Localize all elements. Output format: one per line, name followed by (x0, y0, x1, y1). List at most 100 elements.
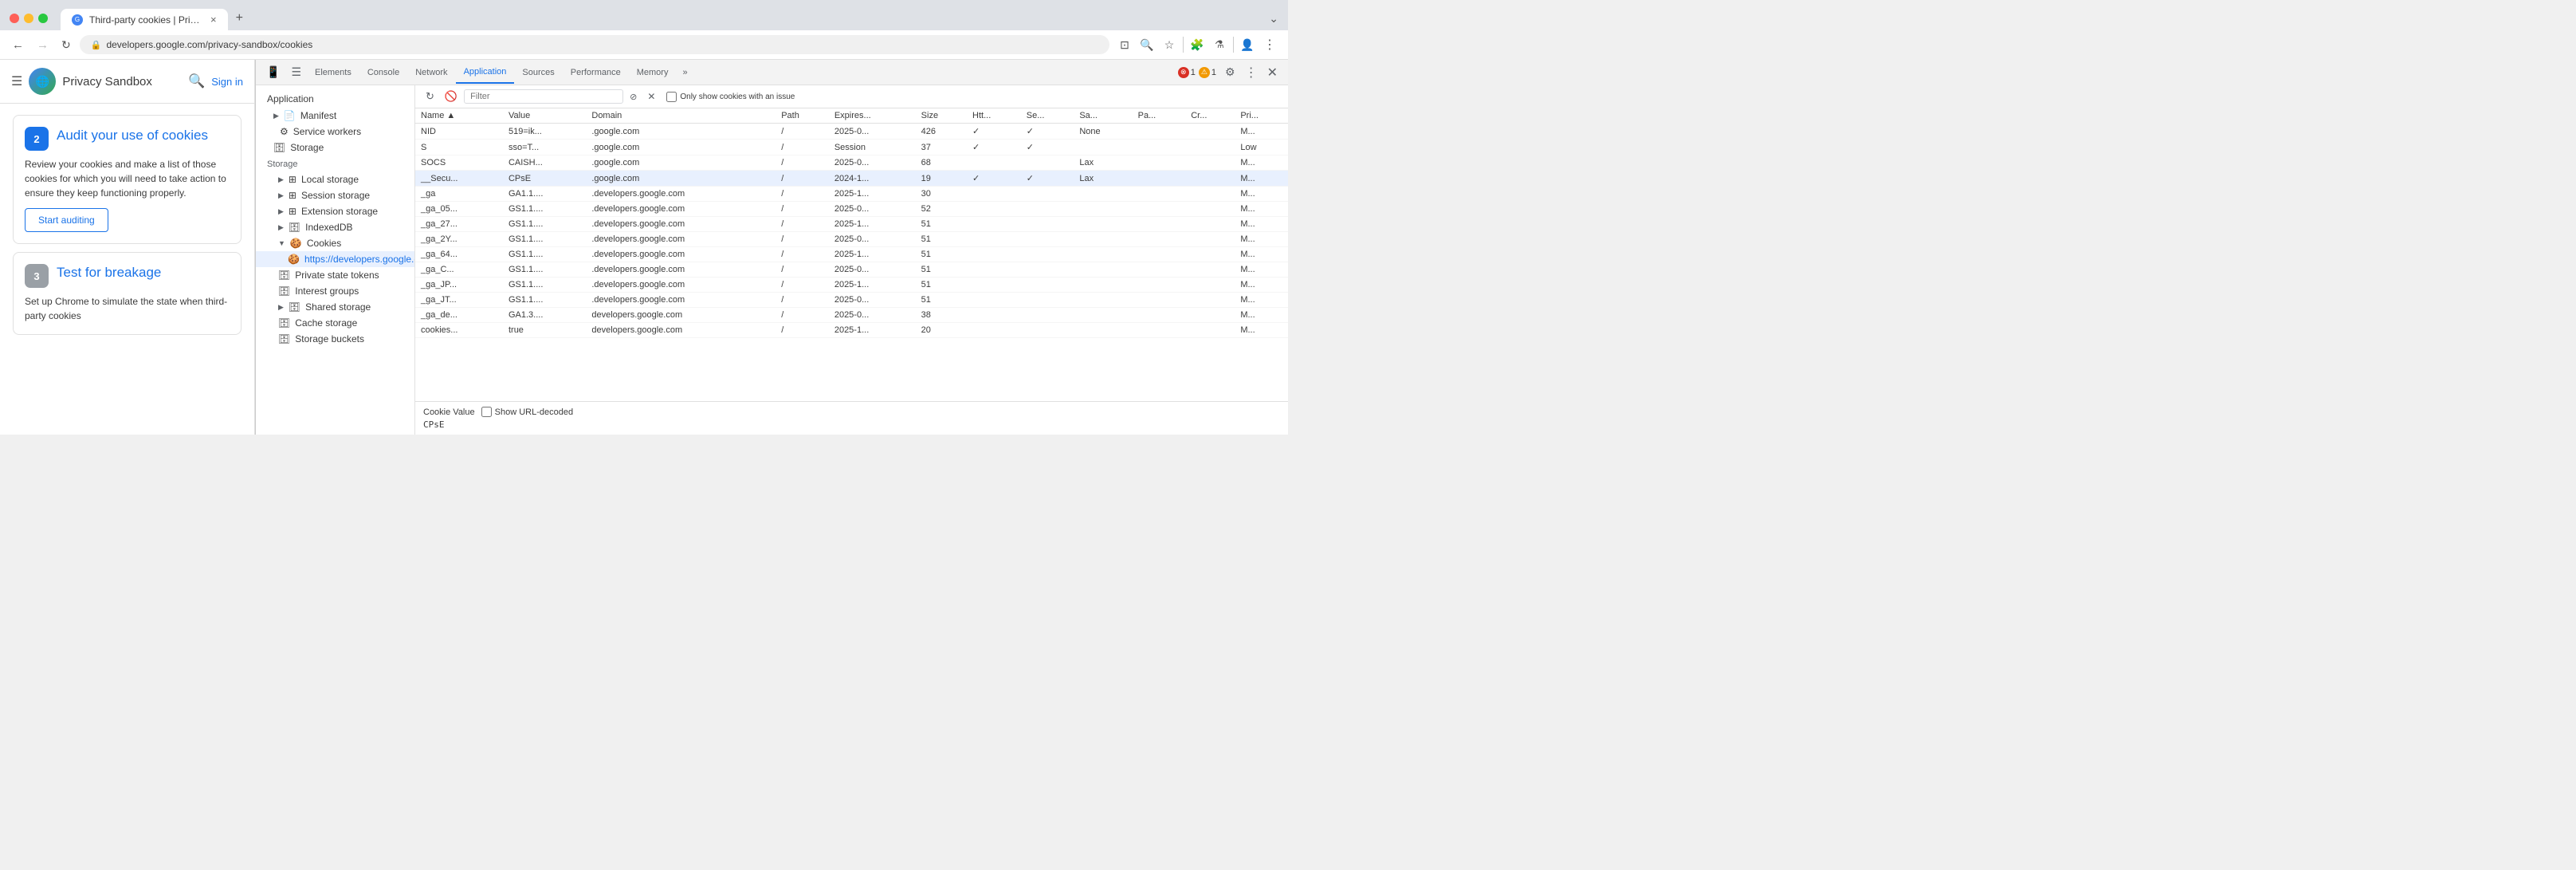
interest-groups-label: Interest groups (295, 285, 359, 297)
table-row[interactable]: SOCSCAISH....google.com/2025-0...68LaxM.… (415, 155, 1288, 171)
cast-icon[interactable]: ⊡ (1114, 34, 1135, 55)
address-bar[interactable]: 🔒 developers.google.com/privacy-sandbox/… (80, 35, 1109, 54)
col-expires[interactable]: Expires... (829, 108, 916, 124)
sidebar-cookies-url[interactable]: 🍪 https://developers.google.com (256, 251, 414, 267)
table-row[interactable]: _ga_2Y...GS1.1.....developers.google.com… (415, 232, 1288, 247)
show-url-decoded-label[interactable]: Show URL-decoded (481, 407, 573, 417)
back-button[interactable]: ← (8, 35, 28, 55)
sidebar-local-storage[interactable]: ▶ ⊞ Local storage (256, 171, 414, 187)
devtools-settings-icon[interactable]: ⚙ (1219, 61, 1241, 83)
tab-elements[interactable]: Elements (307, 62, 359, 83)
only-issues-checkbox[interactable] (666, 92, 677, 102)
col-pri[interactable]: Pri... (1235, 108, 1288, 124)
devtools-inspect-icon[interactable]: ☰ (285, 61, 307, 83)
sidebar-session-storage[interactable]: ▶ ⊞ Session storage (256, 187, 414, 203)
table-row[interactable]: Ssso=T....google.com/Session37✓✓Low (415, 140, 1288, 155)
table-cell: / (776, 278, 829, 293)
col-pa[interactable]: Pa... (1133, 108, 1186, 124)
clear-cookies-button[interactable]: 🚫 (441, 88, 461, 105)
col-sa[interactable]: Sa... (1074, 108, 1132, 124)
sidebar-service-workers[interactable]: ⚙ Service workers (256, 124, 414, 140)
warn-badge-area[interactable]: ⚠ 1 (1199, 67, 1216, 78)
sidebar-cookies[interactable]: ▼ 🍪 Cookies (256, 235, 414, 251)
sign-in-link[interactable]: Sign in (211, 76, 243, 88)
extension-icon[interactable]: 🧩 (1187, 34, 1208, 55)
profile-icon[interactable]: 👤 (1237, 34, 1258, 55)
table-cell: 2025-0... (829, 232, 916, 247)
col-name[interactable]: Name ▲ (415, 108, 503, 124)
sidebar-storage-buckets[interactable]: 🗄 Storage buckets (256, 331, 414, 347)
devtools-device-icon[interactable]: 📱 (261, 61, 285, 83)
step-2-title[interactable]: Audit your use of cookies (57, 127, 208, 144)
tab-performance[interactable]: Performance (563, 62, 629, 83)
zoom-icon[interactable]: 🔍 (1137, 34, 1157, 55)
col-domain[interactable]: Domain (586, 108, 776, 124)
forward-button[interactable]: → (33, 35, 53, 55)
table-cell: _ga_C... (415, 262, 503, 278)
table-row[interactable]: _ga_de...GA1.3....developers.google.com/… (415, 308, 1288, 323)
new-tab-button[interactable]: + (228, 6, 251, 30)
only-issues-label[interactable]: Only show cookies with an issue (666, 92, 795, 102)
filter-input[interactable] (464, 89, 623, 104)
col-htt[interactable]: Htt... (967, 108, 1021, 124)
table-row[interactable]: _ga_JT...GS1.1.....developers.google.com… (415, 293, 1288, 308)
sidebar-shared-storage[interactable]: ▶ 🗄 Shared storage (256, 299, 414, 315)
col-value[interactable]: Value (503, 108, 586, 124)
tab-memory[interactable]: Memory (629, 62, 677, 83)
start-auditing-button[interactable]: Start auditing (25, 208, 108, 232)
traffic-light-yellow[interactable] (24, 14, 33, 23)
more-tabs-button[interactable]: » (676, 62, 693, 83)
sidebar-extension-storage[interactable]: ▶ ⊞ Extension storage (256, 203, 414, 219)
error-badge-area[interactable]: ⊗ 1 (1178, 67, 1196, 78)
refresh-button[interactable]: ↻ (57, 35, 75, 55)
table-row[interactable]: _ga_05...GS1.1.....developers.google.com… (415, 202, 1288, 217)
col-size[interactable]: Size (916, 108, 967, 124)
sidebar-interest-groups[interactable]: 🗄 Interest groups (256, 283, 414, 299)
tab-network[interactable]: Network (407, 62, 455, 83)
table-row[interactable]: NID519=ik....google.com/2025-0...426✓✓No… (415, 124, 1288, 140)
table-row[interactable]: __Secu...CPsE.google.com/2024-1...19✓✓La… (415, 171, 1288, 187)
sidebar-private-tokens[interactable]: 🗄 Private state tokens (256, 267, 414, 283)
sidebar-cache-storage[interactable]: 🗄 Cache storage (256, 315, 414, 331)
site-search-icon[interactable]: 🔍 (188, 73, 205, 89)
col-path[interactable]: Path (776, 108, 829, 124)
step-3-title[interactable]: Test for breakage (57, 264, 161, 281)
show-url-decoded-checkbox[interactable] (481, 407, 492, 417)
table-row[interactable]: _ga_JP...GS1.1.....developers.google.com… (415, 278, 1288, 293)
devtools-close-icon[interactable]: ✕ (1262, 61, 1283, 85)
devtools-more-icon[interactable]: ⋮ (1241, 61, 1262, 85)
clear-filter-button[interactable]: ✕ (643, 89, 659, 104)
table-row[interactable]: _ga_27...GS1.1.....developers.google.com… (415, 217, 1288, 232)
table-row[interactable]: _gaGA1.1.....developers.google.com/2025-… (415, 187, 1288, 202)
col-cr[interactable]: Cr... (1185, 108, 1235, 124)
sidebar-storage-top[interactable]: 🗄 Storage (256, 140, 414, 155)
sidebar-indexeddb[interactable]: ▶ 🗄 IndexedDB (256, 219, 414, 235)
table-cell (967, 262, 1021, 278)
tab-application[interactable]: Application (456, 61, 515, 84)
table-cell: M... (1235, 293, 1288, 308)
table-cell: GS1.1.... (503, 293, 586, 308)
hamburger-icon[interactable]: ☰ (11, 73, 22, 89)
col-se[interactable]: Se... (1021, 108, 1074, 124)
table-cell (1021, 308, 1074, 323)
traffic-light-green[interactable] (38, 14, 48, 23)
table-cell: GS1.1.... (503, 232, 586, 247)
more-options-icon[interactable]: ⋮ (1259, 34, 1280, 55)
nav-icons: ⊡ 🔍 ☆ 🧩 ⚗ 👤 ⋮ (1114, 34, 1280, 55)
tab-close-icon[interactable]: × (210, 14, 217, 26)
table-cell: / (776, 232, 829, 247)
sidebar-manifest[interactable]: ▶ 📄 Manifest (256, 108, 414, 124)
tab-console[interactable]: Console (359, 62, 407, 83)
filter-icon-button[interactable]: ⊘ (626, 89, 641, 104)
table-row[interactable]: _ga_64...GS1.1.....developers.google.com… (415, 247, 1288, 262)
active-tab[interactable]: G Third-party cookies | Privac... × (61, 9, 228, 30)
bookmark-icon[interactable]: ☆ (1159, 34, 1180, 55)
table-row[interactable]: _ga_C...GS1.1.....developers.google.com/… (415, 262, 1288, 278)
table-cell: ✓ (1021, 140, 1074, 155)
devtools-open-icon[interactable]: ⚗ (1209, 34, 1230, 55)
refresh-cookies-button[interactable]: ↻ (422, 88, 438, 105)
traffic-light-red[interactable] (10, 14, 19, 23)
table-row[interactable]: cookies...truedevelopers.google.com/2025… (415, 323, 1288, 338)
table-cell: Lax (1074, 171, 1132, 187)
tab-sources[interactable]: Sources (514, 62, 562, 83)
